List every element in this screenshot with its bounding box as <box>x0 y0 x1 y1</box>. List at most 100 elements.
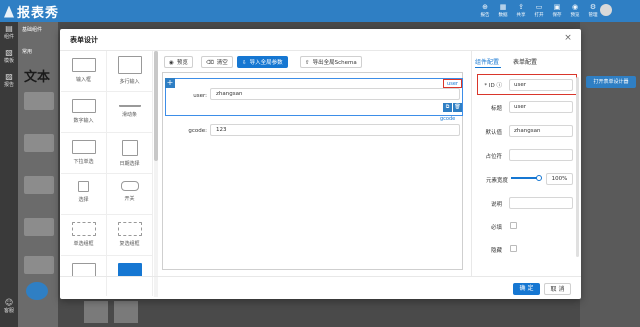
cancel-button[interactable]: 取 消 <box>544 283 571 295</box>
import-params-button[interactable]: ⇩ 导入全局参数 <box>237 56 288 68</box>
config-width-label: 元素宽度 <box>485 178 508 184</box>
gcode-input[interactable]: 123 <box>210 124 460 136</box>
placeholder-field[interactable] <box>509 149 573 161</box>
copy-icon[interactable]: ⧉ <box>443 103 452 112</box>
widget-grid: 输入框 多行输入 数字输入 滑动条 下拉单选 日期选择 选择 开关 单选组框 复… <box>61 51 153 297</box>
user-input[interactable]: zhangsan <box>210 88 460 100</box>
header-report-label: 报告 <box>480 13 490 18</box>
header-share-label: 共享 <box>516 13 526 18</box>
id-label-text: * ID <box>484 83 495 89</box>
slider-icon <box>118 99 141 107</box>
rail-item-service[interactable]: ☺ 客服 <box>0 298 18 314</box>
config-scrollbar[interactable] <box>576 77 579 257</box>
export-schema-button[interactable]: ⇧ 导出全局Schema <box>300 56 362 68</box>
checkbox-icon <box>78 181 89 192</box>
widget-checkbox[interactable]: 选择 <box>61 174 107 215</box>
title-field[interactable]: user <box>509 101 573 113</box>
palette-tab[interactable]: 基础组件 <box>22 26 42 33</box>
rail-item-report[interactable]: ▨ 报告 <box>0 72 18 88</box>
rail-item-label: 模板 <box>3 58 14 64</box>
widget-label: 复选组框 <box>119 241 140 247</box>
hidden-checkbox[interactable] <box>510 245 517 252</box>
confirm-button[interactable]: 确 定 <box>513 283 540 295</box>
avatar[interactable] <box>600 4 612 16</box>
close-icon[interactable]: × <box>563 33 573 43</box>
left-rail <box>0 22 18 327</box>
default-value-field[interactable]: zhangsan <box>509 125 573 137</box>
template-icon: ▧ <box>5 48 13 57</box>
id-field[interactable]: user <box>509 79 573 91</box>
widget-slider[interactable]: 滑动条 <box>107 92 153 133</box>
active-tab-indicator <box>475 67 501 68</box>
widget-label: 下拉单选 <box>73 159 94 165</box>
widget-select[interactable]: 下拉单选 <box>61 133 107 174</box>
list-icon <box>71 263 96 277</box>
rail-item-label: 报告 <box>3 82 14 88</box>
widget-date[interactable]: 日期选择 <box>107 133 153 174</box>
config-default-label: 默认值 <box>485 130 502 136</box>
textarea-icon <box>117 56 142 74</box>
logo-icon <box>4 5 14 18</box>
rail-item-template[interactable]: ▧ 模板 <box>0 48 18 64</box>
widget-radio-group[interactable]: 单选组框 <box>61 215 107 256</box>
switch-icon <box>120 181 139 191</box>
widget-input[interactable]: 输入框 <box>61 51 107 92</box>
bottom-thumb[interactable] <box>114 301 138 323</box>
header-data-label: 数据 <box>498 13 508 18</box>
widget-label: 滑动条 <box>121 112 137 118</box>
rail-item-component[interactable]: ▤ 组件 <box>0 24 18 40</box>
clear-button[interactable]: ⌫ 清空 <box>201 56 233 68</box>
widget-switch[interactable]: 开关 <box>107 174 153 215</box>
palette-text-item[interactable]: 文本 <box>24 66 50 85</box>
app-logo[interactable]: 报表秀 <box>4 2 59 21</box>
open-form-designer-button[interactable]: 打开表单设计器 <box>586 76 636 88</box>
date-icon <box>121 140 138 156</box>
modal-footer-divider <box>60 276 581 277</box>
tab-form-config[interactable]: 表单配置 <box>513 57 537 66</box>
widget-label: 单选组框 <box>73 241 94 247</box>
widget-label: 选择 <box>78 197 89 203</box>
number-icon <box>71 99 96 113</box>
input-icon <box>71 58 96 72</box>
preview-label: 预览 <box>176 60 188 66</box>
config-hidden-label: 隐藏 <box>490 248 502 254</box>
width-field[interactable]: 100% <box>546 173 573 185</box>
header-open-label: 打开 <box>534 13 544 18</box>
rail-item-label: 组件 <box>3 34 14 40</box>
header-save-label: 保存 <box>552 13 562 18</box>
widget-checkbox-group[interactable]: 复选组框 <box>107 215 153 256</box>
palette-thumb[interactable] <box>24 176 54 194</box>
modal-title: 表单设计 <box>70 36 98 44</box>
description-field[interactable] <box>509 197 573 209</box>
palette-thumb[interactable] <box>24 92 54 110</box>
clear-label: 清空 <box>216 60 228 66</box>
widget-number[interactable]: 数字输入 <box>61 92 107 133</box>
field-label: gcode: <box>188 128 207 134</box>
tab-component-config[interactable]: 组件配置 <box>475 57 499 66</box>
color-block-icon <box>117 263 142 277</box>
palette-section: 常用 <box>22 49 33 55</box>
trash-icon: ⌫ <box>206 60 214 66</box>
rail-item-label: 客服 <box>3 308 14 314</box>
widget-scrollbar-thumb[interactable] <box>154 51 158 161</box>
delete-icon[interactable]: 🗑 <box>453 103 462 112</box>
service-icon: ☺ <box>4 298 14 307</box>
select-icon <box>71 140 96 154</box>
palette-thumb[interactable] <box>24 134 54 152</box>
config-title-label: 标题 <box>490 106 502 112</box>
widget-textarea[interactable]: 多行输入 <box>107 51 153 92</box>
component-icon: ▤ <box>5 24 13 33</box>
drag-handle-icon[interactable]: + <box>165 78 175 88</box>
logo-text: 报表秀 <box>17 6 60 21</box>
eye-icon: ◉ <box>169 60 174 66</box>
preview-button[interactable]: ◉ 预览 <box>164 56 193 68</box>
config-required-label: 必填 <box>490 225 502 231</box>
palette-thumb[interactable] <box>24 218 54 236</box>
bottom-thumb[interactable] <box>84 301 108 323</box>
width-slider-handle[interactable] <box>536 175 542 181</box>
required-checkbox[interactable] <box>510 222 517 229</box>
width-slider[interactable] <box>511 177 539 179</box>
palette-thumb[interactable] <box>24 256 54 274</box>
palette-pie-thumb[interactable] <box>26 282 48 300</box>
background-right-panel <box>580 22 640 327</box>
